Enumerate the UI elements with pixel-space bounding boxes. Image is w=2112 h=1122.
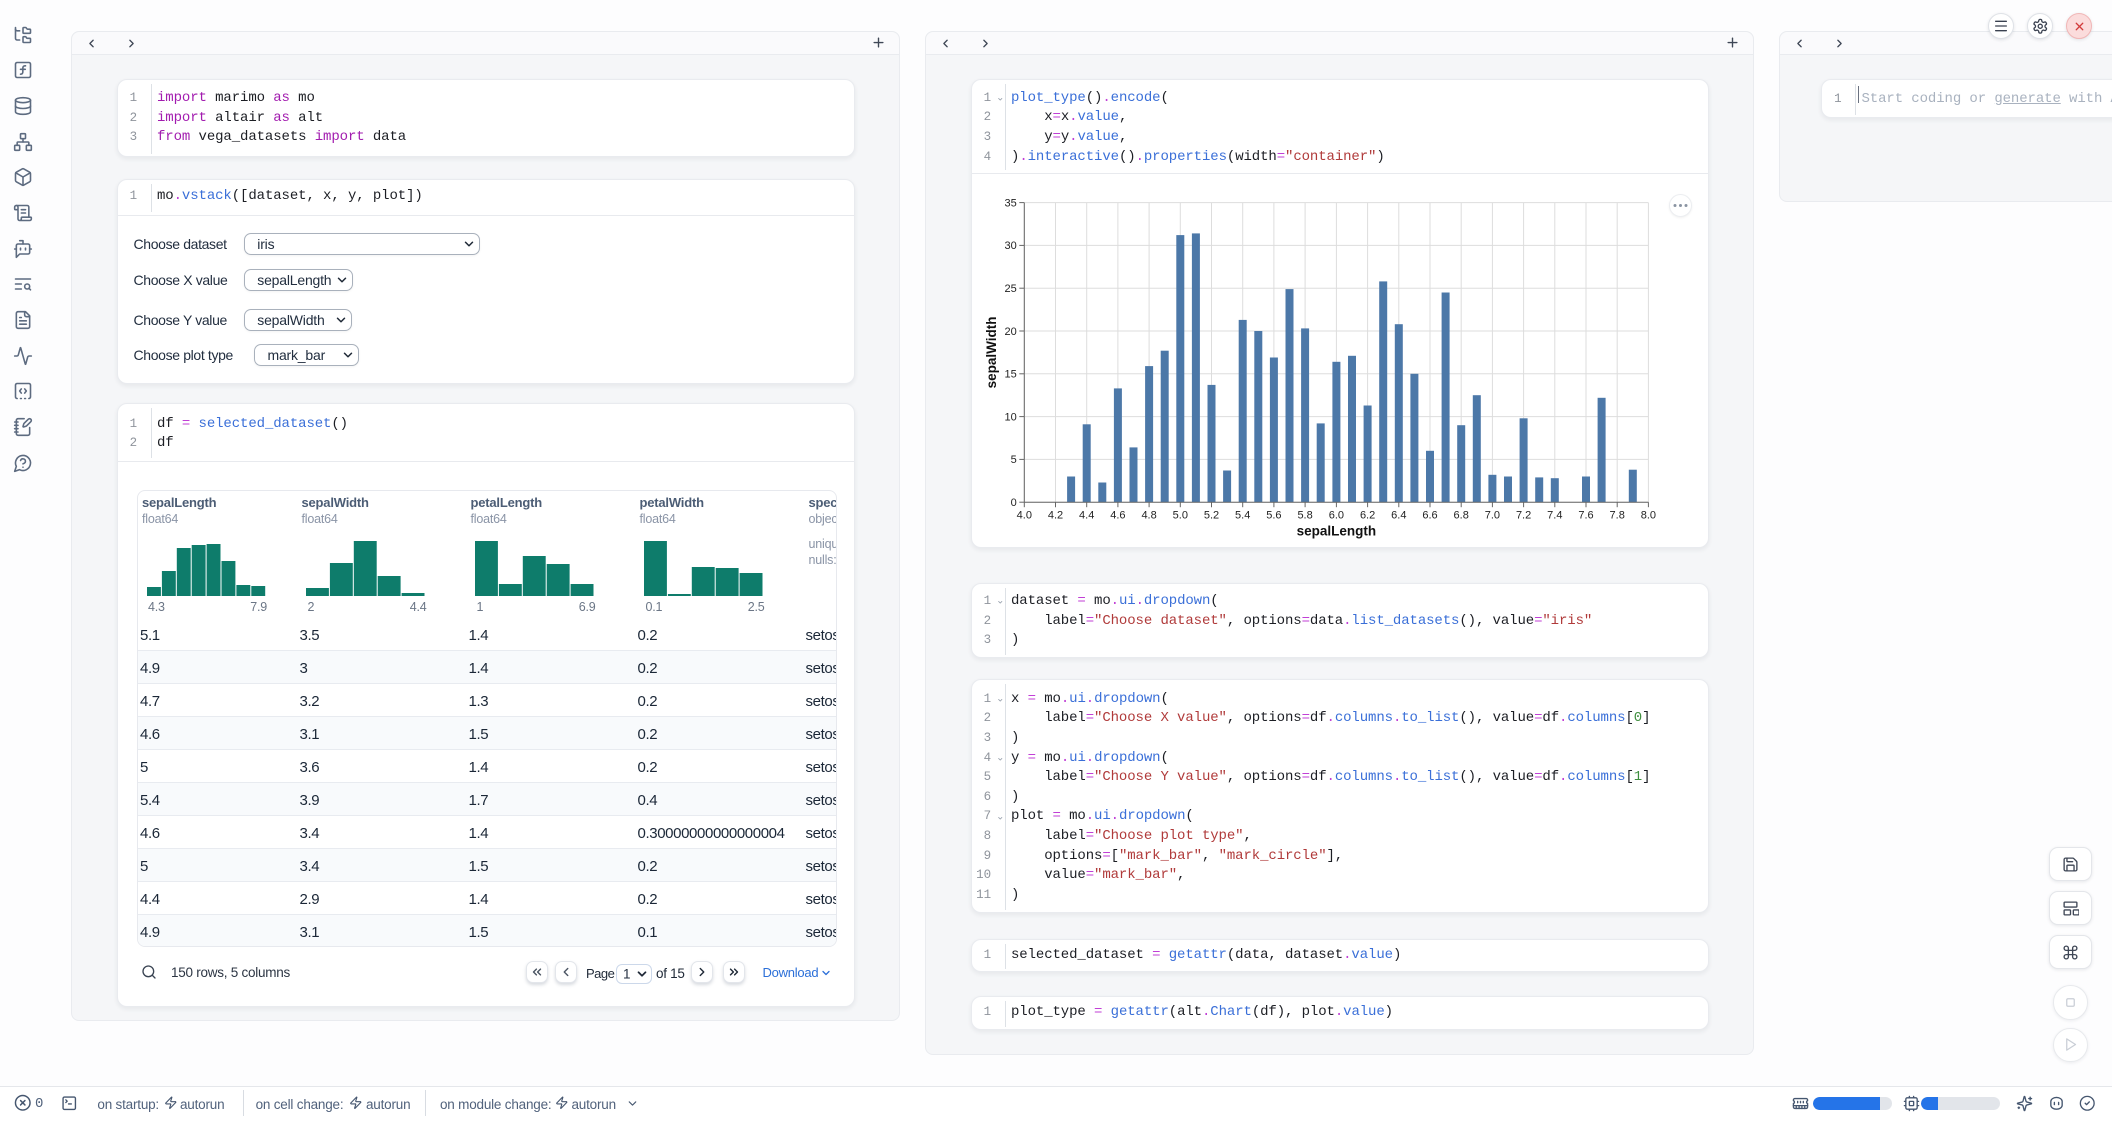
svg-text:4.8: 4.8 <box>1141 509 1156 521</box>
svg-text:30: 30 <box>1005 240 1017 252</box>
svg-text:8.0: 8.0 <box>1641 509 1656 521</box>
svg-text:5.8: 5.8 <box>1297 509 1312 521</box>
svg-text:6.0: 6.0 <box>1329 509 1344 521</box>
svg-text:5: 5 <box>1011 454 1017 466</box>
svg-text:6.6: 6.6 <box>1422 509 1437 521</box>
svg-text:5.6: 5.6 <box>1266 509 1281 521</box>
svg-text:6.4: 6.4 <box>1391 509 1406 521</box>
svg-text:4.2: 4.2 <box>1048 509 1063 521</box>
svg-text:15: 15 <box>1005 369 1017 381</box>
svg-text:4.0: 4.0 <box>1017 509 1032 521</box>
svg-text:20: 20 <box>1005 326 1017 338</box>
svg-text:0: 0 <box>1011 497 1017 509</box>
svg-text:7.8: 7.8 <box>1610 509 1625 521</box>
svg-text:4.6: 4.6 <box>1110 509 1125 521</box>
svg-text:6.8: 6.8 <box>1454 509 1469 521</box>
svg-text:5.0: 5.0 <box>1173 509 1188 521</box>
svg-text:7.4: 7.4 <box>1547 509 1562 521</box>
svg-text:7.6: 7.6 <box>1578 509 1593 521</box>
svg-text:25: 25 <box>1005 283 1017 295</box>
svg-text:7.0: 7.0 <box>1485 509 1500 521</box>
svg-text:6.2: 6.2 <box>1360 509 1375 521</box>
svg-text:5.2: 5.2 <box>1204 509 1219 521</box>
svg-text:5.4: 5.4 <box>1235 509 1250 521</box>
svg-text:7.2: 7.2 <box>1516 509 1531 521</box>
svg-text:35: 35 <box>1005 197 1017 209</box>
svg-text:4.4: 4.4 <box>1079 509 1094 521</box>
svg-text:10: 10 <box>1005 411 1017 423</box>
svg-text:sepalWidth: sepalWidth <box>984 316 999 388</box>
svg-text:sepalLength: sepalLength <box>1297 524 1377 539</box>
